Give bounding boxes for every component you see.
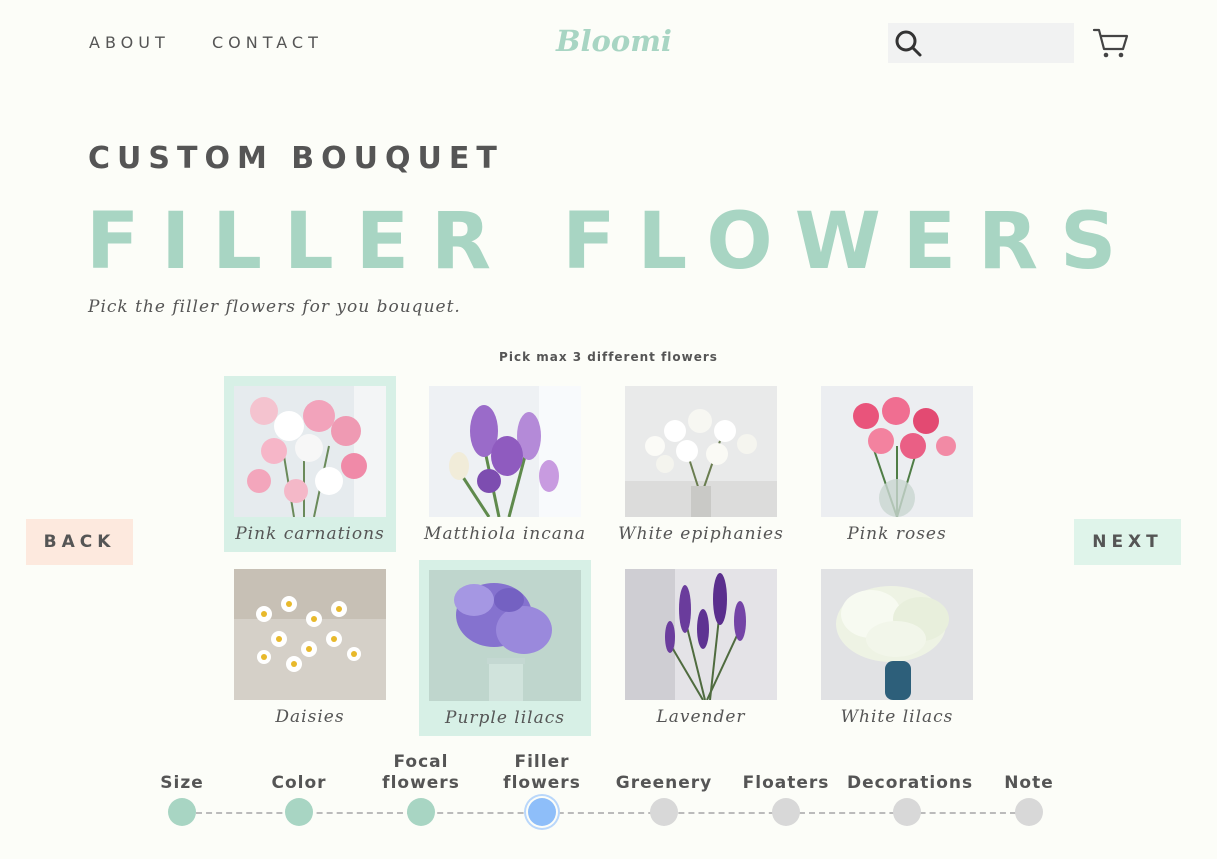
step-dot-size[interactable] [168,798,196,826]
flower-card-matthiola-incana[interactable]: Matthiola incana [419,376,591,552]
flower-name: Matthiola incana [424,524,586,544]
flower-name: Pink carnations [235,524,385,544]
step-label-focal-flowers: Focal flowers [382,752,460,793]
daisies-photo [234,569,386,700]
step-dot-greenery[interactable] [650,798,678,826]
step-dot-color[interactable] [285,798,313,826]
flower-card-lavender[interactable]: Lavender [615,559,787,735]
flower-name: White lilacs [840,707,954,727]
step-dot-note[interactable] [1015,798,1043,826]
search-box[interactable] [888,23,1074,65]
brand-logo[interactable]: Bloomi [556,24,672,58]
step-label-greenery: Greenery [615,773,713,793]
matthiola-incana-photo [429,386,581,517]
step-dot-filler-flowers[interactable] [528,798,556,826]
flower-name: White epiphanies [618,524,784,544]
step-label-floaters: Floaters [742,773,830,793]
flower-name: Purple lilacs [445,708,565,728]
step-dot-decorations[interactable] [893,798,921,826]
white-lilacs-photo [821,569,973,700]
page-intro: Pick the filler flowers for you bouquet. [88,297,461,317]
purple-lilacs-photo [429,570,581,701]
next-button[interactable]: NEXT [1074,519,1181,565]
step-dot-floaters[interactable] [772,798,800,826]
flower-card-white-epiphanies[interactable]: White epiphanies [615,376,787,552]
search-icon[interactable] [895,30,923,58]
page-subtitle: CUSTOM BOUQUET [88,141,504,176]
pink-carnations-photo [234,386,386,517]
flower-card-pink-carnations[interactable]: Pink carnations [224,376,396,552]
cart-icon[interactable] [1092,27,1130,61]
page-title: FILLER FLOWERS [86,197,1139,287]
flower-name: Pink roses [847,524,947,544]
back-button[interactable]: BACK [26,519,133,565]
step-label-note: Note [1004,773,1054,793]
selection-hint: Pick max 3 different flowers [499,350,718,364]
white-epiphanies-photo [625,386,777,517]
step-dot-focal-flowers[interactable] [407,798,435,826]
pink-roses-photo [821,386,973,517]
flower-card-daisies[interactable]: Daisies [224,559,396,735]
nav-about-link[interactable]: ABOUT [89,33,170,52]
step-label-decorations: Decorations [847,773,974,793]
step-label-color: Color [271,773,327,793]
step-label-size: Size [160,773,204,793]
flower-card-white-lilacs[interactable]: White lilacs [811,559,983,735]
lavender-photo [625,569,777,700]
step-label-filler-flowers: Filler flowers [503,752,581,793]
flower-card-purple-lilacs[interactable]: Purple lilacs [419,560,591,736]
flower-name: Daisies [275,707,345,727]
nav-contact-link[interactable]: CONTACT [212,33,323,52]
search-input[interactable] [928,23,1072,65]
flower-card-pink-roses[interactable]: Pink roses [811,376,983,552]
flower-name: Lavender [656,707,746,727]
